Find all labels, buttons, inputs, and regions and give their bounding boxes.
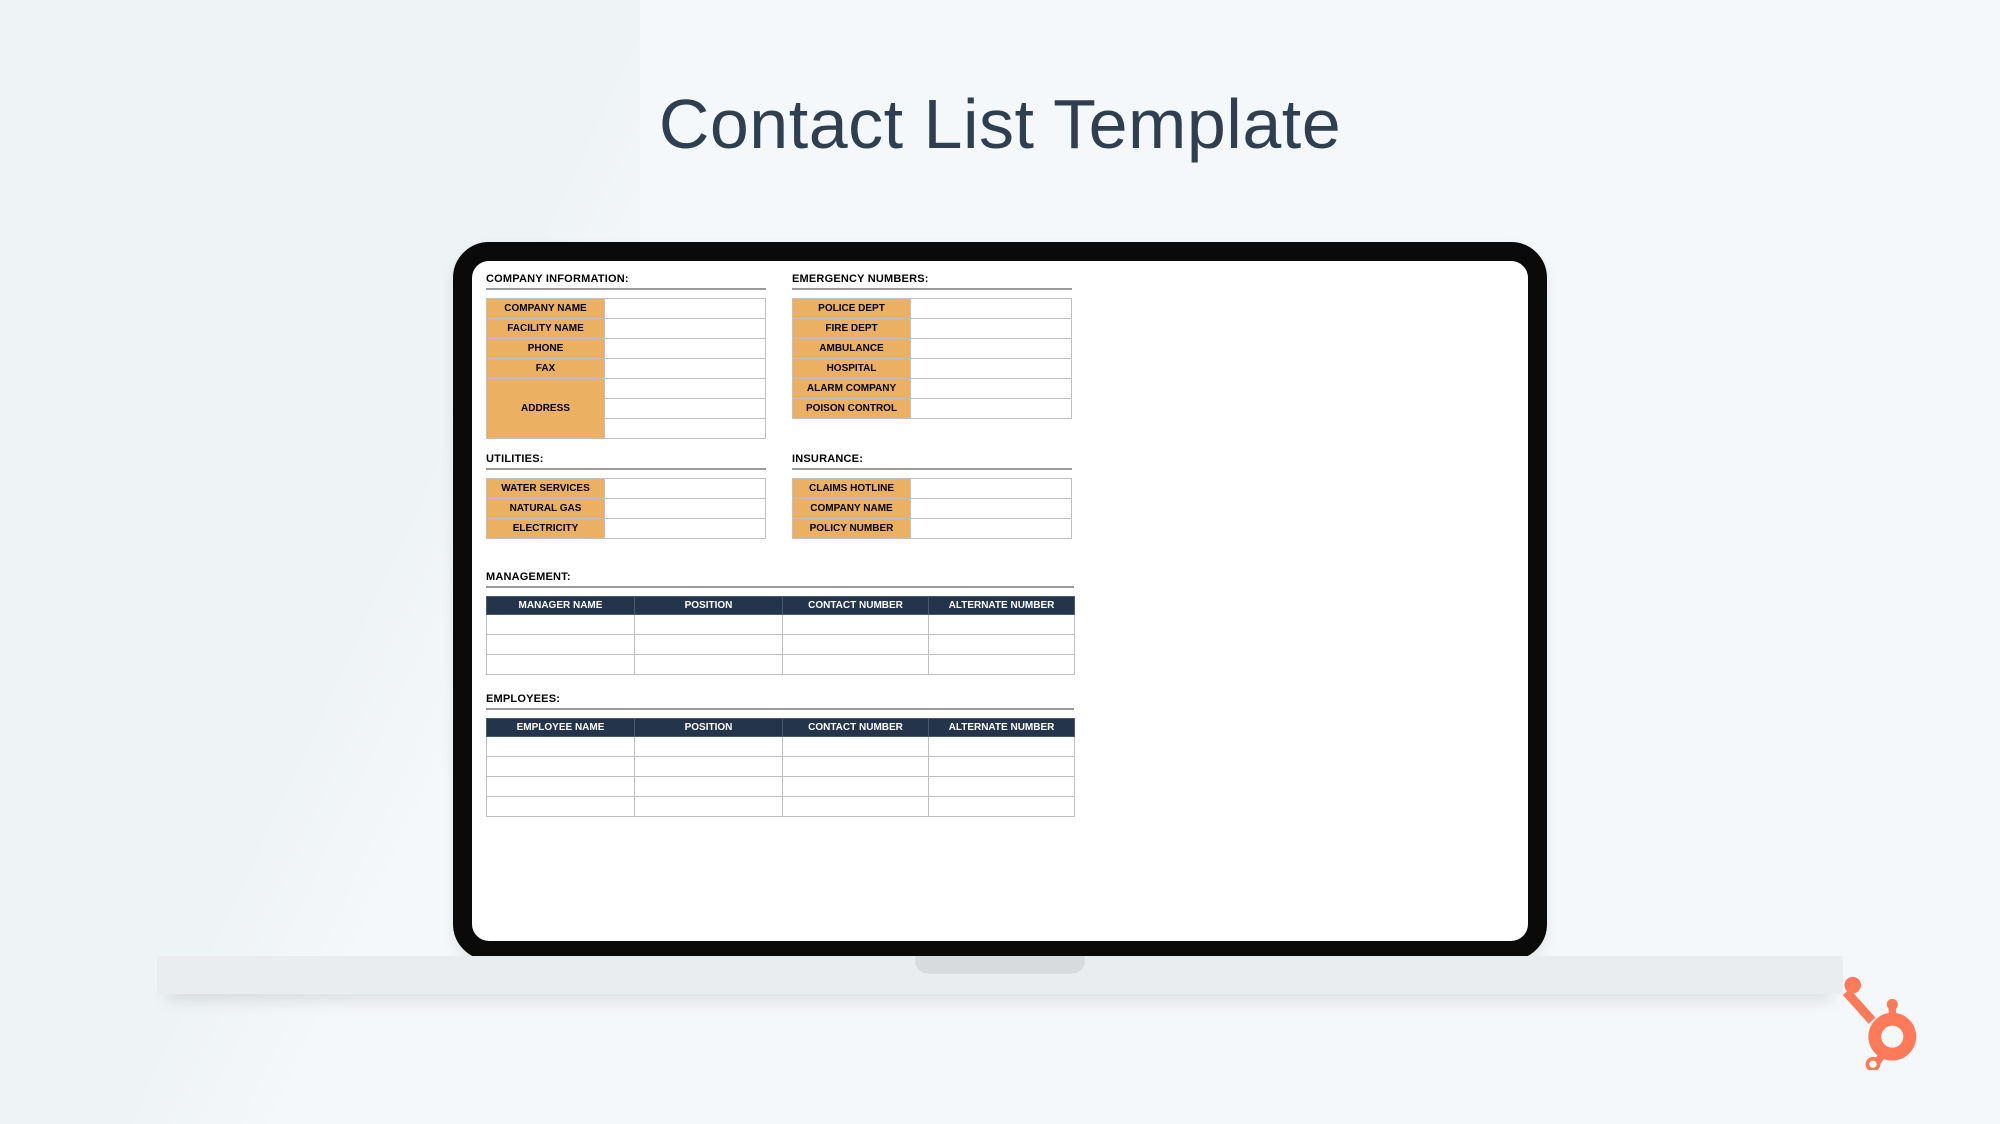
laptop-base: [157, 956, 1843, 994]
section-underline: [486, 708, 1074, 710]
emp-col-name: EMPLOYEE NAME: [487, 719, 635, 737]
hubspot-icon: [1838, 972, 1930, 1070]
electricity-label: ELECTRICITY: [487, 519, 605, 539]
insurance-table: CLAIMS HOTLINE COMPANY NAME POLICY NUMBE…: [792, 478, 1072, 539]
emp-col-contact: CONTACT NUMBER: [783, 719, 929, 737]
facility-name-label: FACILITY NAME: [487, 319, 605, 339]
employees-section: EMPLOYEES: EMPLOYEE NAME POSITION CONTAC…: [486, 693, 1514, 817]
emp-col-alt: ALTERNATE NUMBER: [929, 719, 1075, 737]
laptop-screen-frame: COMPANY INFORMATION: COMPANY NAME FACILI…: [453, 242, 1547, 960]
address-value-1[interactable]: [605, 379, 766, 399]
hospital-value[interactable]: [911, 359, 1072, 379]
laptop-mockup: COMPANY INFORMATION: COMPANY NAME FACILI…: [453, 242, 1547, 976]
mgr-col-position: POSITION: [635, 597, 783, 615]
water-label: WATER SERVICES: [487, 479, 605, 499]
ambulance-value[interactable]: [911, 339, 1072, 359]
management-table: MANAGER NAME POSITION CONTACT NUMBER ALT…: [486, 596, 1075, 675]
alarm-label: ALARM COMPANY: [793, 379, 911, 399]
table-row: [487, 615, 1075, 635]
emergency-table: POLICE DEPT FIRE DEPT AMBULANCE HOSPITAL…: [792, 298, 1072, 419]
address-label: ADDRESS: [487, 379, 605, 439]
mgr-col-name: MANAGER NAME: [487, 597, 635, 615]
claims-label: CLAIMS HOTLINE: [793, 479, 911, 499]
employees-table: EMPLOYEE NAME POSITION CONTACT NUMBER AL…: [486, 718, 1075, 817]
fax-value[interactable]: [605, 359, 766, 379]
insurance-section: INSURANCE: CLAIMS HOTLINE COMPANY NAME P…: [792, 453, 1072, 539]
section-heading: MANAGEMENT:: [486, 571, 1514, 583]
emergency-section: EMERGENCY NUMBERS: POLICE DEPT FIRE DEPT…: [792, 273, 1072, 419]
table-row: [487, 757, 1075, 777]
policy-value[interactable]: [911, 519, 1072, 539]
fire-value[interactable]: [911, 319, 1072, 339]
address-value-3[interactable]: [605, 419, 766, 439]
section-underline: [792, 288, 1072, 290]
water-value[interactable]: [605, 479, 766, 499]
poison-label: POISON CONTROL: [793, 399, 911, 419]
company-section: COMPANY INFORMATION: COMPANY NAME FACILI…: [486, 273, 766, 439]
facility-name-value[interactable]: [605, 319, 766, 339]
section-heading: INSURANCE:: [792, 453, 1072, 465]
section-underline: [486, 468, 766, 470]
page-title: Contact List Template: [0, 84, 2000, 164]
police-label: POLICE DEPT: [793, 299, 911, 319]
section-underline: [486, 288, 766, 290]
electricity-value[interactable]: [605, 519, 766, 539]
mgr-col-alt: ALTERNATE NUMBER: [929, 597, 1075, 615]
phone-value[interactable]: [605, 339, 766, 359]
section-heading: EMPLOYEES:: [486, 693, 1514, 705]
claims-value[interactable]: [911, 479, 1072, 499]
alarm-value[interactable]: [911, 379, 1072, 399]
policy-label: POLICY NUMBER: [793, 519, 911, 539]
mgr-col-contact: CONTACT NUMBER: [783, 597, 929, 615]
ins-company-value[interactable]: [911, 499, 1072, 519]
section-underline: [792, 468, 1072, 470]
section-heading: UTILITIES:: [486, 453, 766, 465]
table-row: [487, 797, 1075, 817]
address-value-2[interactable]: [605, 399, 766, 419]
phone-label: PHONE: [487, 339, 605, 359]
laptop-notch: [915, 956, 1085, 974]
fire-label: FIRE DEPT: [793, 319, 911, 339]
police-value[interactable]: [911, 299, 1072, 319]
gas-label: NATURAL GAS: [487, 499, 605, 519]
section-heading: EMERGENCY NUMBERS:: [792, 273, 1072, 285]
fax-label: FAX: [487, 359, 605, 379]
company-name-value[interactable]: [605, 299, 766, 319]
ins-company-label: COMPANY NAME: [793, 499, 911, 519]
section-heading: COMPANY INFORMATION:: [486, 273, 766, 285]
table-row: [487, 737, 1075, 757]
company-name-label: COMPANY NAME: [487, 299, 605, 319]
emp-col-position: POSITION: [635, 719, 783, 737]
utilities-section: UTILITIES: WATER SERVICES NATURAL GAS EL…: [486, 453, 766, 539]
screen-content: COMPANY INFORMATION: COMPANY NAME FACILI…: [472, 261, 1528, 941]
poison-value[interactable]: [911, 399, 1072, 419]
section-underline: [486, 586, 1074, 588]
utilities-table: WATER SERVICES NATURAL GAS ELECTRICITY: [486, 478, 766, 539]
gas-value[interactable]: [605, 499, 766, 519]
table-row: [487, 635, 1075, 655]
company-table: COMPANY NAME FACILITY NAME PHONE FAX ADD…: [486, 298, 766, 439]
table-row: [487, 777, 1075, 797]
table-row: [487, 655, 1075, 675]
ambulance-label: AMBULANCE: [793, 339, 911, 359]
hospital-label: HOSPITAL: [793, 359, 911, 379]
management-section: MANAGEMENT: MANAGER NAME POSITION CONTAC…: [486, 571, 1514, 675]
